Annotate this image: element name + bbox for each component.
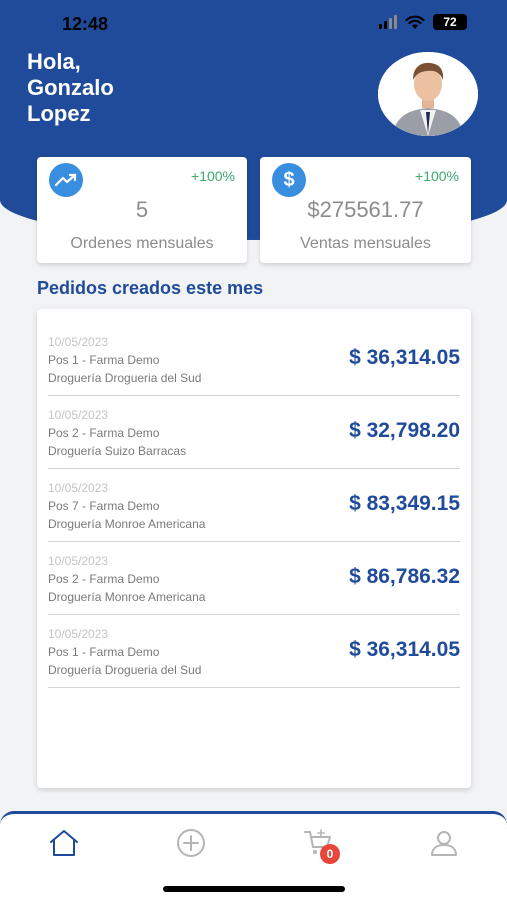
order-amount: $ 83,349.15: [349, 492, 460, 515]
section-title: Pedidos creados este mes: [37, 278, 264, 298]
order-pos: Pos 2 - Farma Demo: [48, 426, 160, 440]
list-item[interactable]: 10/05/2023 Pos 1 - Farma Demo Droguería …: [48, 615, 460, 688]
order-date: 10/05/2023: [48, 554, 109, 568]
order-drogueria: Droguería Suizo Barracas: [48, 444, 187, 458]
signal-icon: [379, 15, 397, 29]
status-bar: 12:48 72: [0, 0, 507, 50]
add-circle-icon: [177, 829, 205, 857]
orders-list: 10/05/2023 Pos 1 - Farma Demo Droguería …: [37, 309, 471, 788]
status-time: 12:48: [62, 14, 109, 34]
order-date: 10/05/2023: [48, 408, 109, 422]
battery-level: 72: [443, 15, 457, 29]
stat-card-sales[interactable]: $ +100% $275561.77 Ventas mensuales: [260, 157, 471, 263]
greeting: Hola, Gonzalo Lopez: [27, 49, 114, 127]
order-date: 10/05/2023: [48, 627, 109, 641]
list-item[interactable]: 10/05/2023 Pos 7 - Farma Demo Droguería …: [48, 469, 460, 542]
stat-label: Ventas mensuales: [300, 235, 431, 252]
nav-add[interactable]: [171, 826, 211, 860]
list-item[interactable]: 10/05/2023 Pos 1 - Farma Demo Droguería …: [48, 323, 460, 396]
stat-value: 5: [135, 197, 149, 222]
greeting-line-1: Hola,: [27, 49, 81, 74]
nav-profile[interactable]: [424, 826, 464, 860]
order-pos: Pos 2 - Farma Demo: [48, 572, 160, 586]
nav-home[interactable]: [44, 826, 84, 860]
home-icon: [50, 830, 78, 856]
dollar-icon: $: [272, 163, 306, 197]
order-drogueria: Droguería Drogueria del Sud: [48, 371, 202, 385]
list-item[interactable]: 10/05/2023 Pos 2 - Farma Demo Droguería …: [48, 396, 460, 469]
battery-icon: 72: [433, 14, 467, 30]
trending-up-icon: [49, 163, 83, 197]
stat-change: +100%: [415, 168, 459, 184]
avatar[interactable]: [378, 52, 478, 136]
stat-card-orders[interactable]: +100% 5 Ordenes mensuales: [37, 157, 247, 263]
order-drogueria: Droguería Drogueria del Sud: [48, 663, 202, 677]
order-drogueria: Droguería Monroe Americana: [48, 517, 206, 531]
order-date: 10/05/2023: [48, 335, 109, 349]
greeting-line-2: Gonzalo: [27, 75, 114, 100]
order-amount: $ 36,314.05: [349, 638, 460, 661]
nav-cart[interactable]: 0: [298, 826, 340, 864]
list-item[interactable]: 10/05/2023 Pos 2 - Farma Demo Droguería …: [48, 542, 460, 615]
order-drogueria: Droguería Monroe Americana: [48, 590, 206, 604]
order-pos: Pos 1 - Farma Demo: [48, 645, 160, 659]
stat-change: +100%: [191, 168, 235, 184]
order-pos: Pos 1 - Farma Demo: [48, 353, 160, 367]
order-pos: Pos 7 - Farma Demo: [48, 499, 160, 513]
order-amount: $ 36,314.05: [349, 346, 460, 369]
home-indicator: [163, 886, 345, 892]
user-icon: [431, 831, 457, 856]
order-amount: $ 32,798.20: [349, 419, 460, 442]
avatar-portrait: [378, 52, 478, 136]
status-icons: 72: [379, 14, 467, 30]
wifi-icon: [405, 15, 425, 29]
order-date: 10/05/2023: [48, 481, 109, 495]
stat-label: Ordenes mensuales: [70, 235, 214, 252]
stat-value: $275561.77: [307, 197, 424, 222]
order-amount: $ 86,786.32: [349, 565, 460, 588]
cart-badge: 0: [320, 844, 340, 864]
greeting-line-3: Lopez: [27, 101, 91, 126]
